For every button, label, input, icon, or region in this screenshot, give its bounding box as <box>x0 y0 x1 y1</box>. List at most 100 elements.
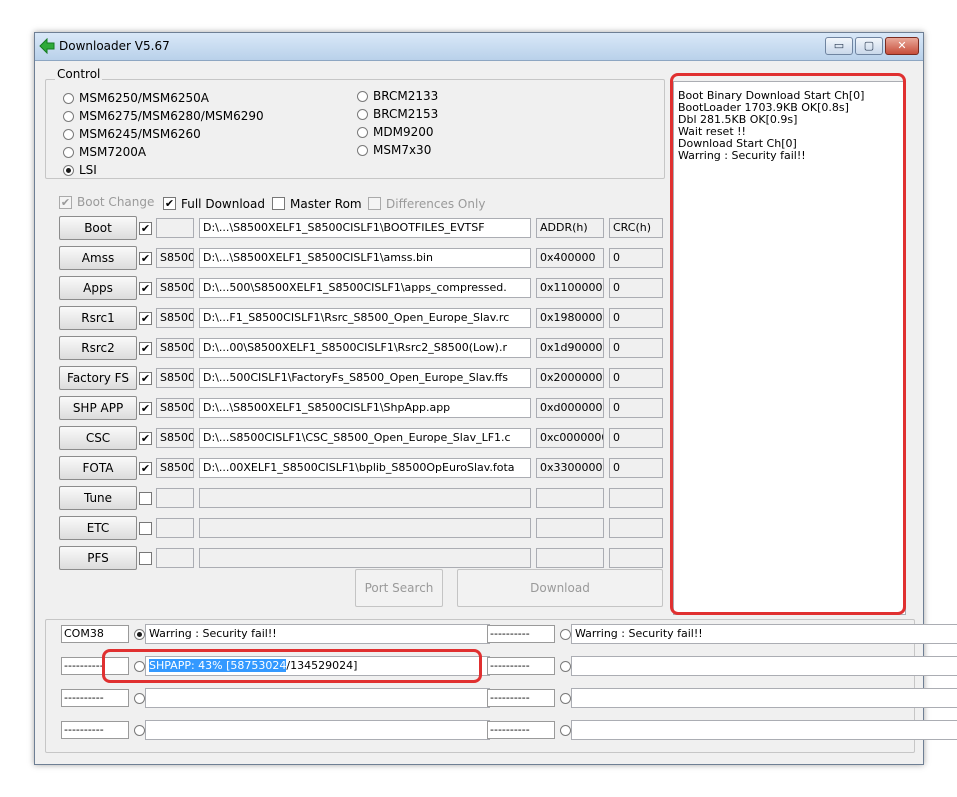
file-button-tune[interactable]: Tune <box>59 486 137 510</box>
master-rom-checkbox[interactable] <box>272 197 285 210</box>
chip-label: MSM7x30 <box>373 143 432 157</box>
chip-label: BRCM2153 <box>373 107 439 121</box>
window-title: Downloader V5.67 <box>59 39 170 53</box>
file-button-csc[interactable]: CSC <box>59 426 137 450</box>
file-checkbox[interactable]: ✔ <box>139 282 152 295</box>
file-addr-field <box>536 488 604 508</box>
file-button-rsrc2[interactable]: Rsrc2 <box>59 336 137 360</box>
chip-label: MSM6245/MSM6260 <box>79 127 201 141</box>
minimize-icon: ▭ <box>833 39 845 52</box>
chip-label: MDM9200 <box>373 125 434 139</box>
file-path-field[interactable] <box>199 488 531 508</box>
file-path-field[interactable]: D:\...500CISLF1\FactoryFs_S8500_Open_Eur… <box>199 368 531 388</box>
port-status-field <box>145 720 490 740</box>
file-crc-field: 0 <box>609 248 663 268</box>
chip-label: MSM7200A <box>79 145 147 159</box>
file-crc-field: 0 <box>609 278 663 298</box>
file-addr-field: 0x19800000 <box>536 308 604 328</box>
file-button-amss[interactable]: Amss <box>59 246 137 270</box>
title-bar[interactable]: Downloader V5.67 ▭ ▢ ✕ <box>35 33 923 61</box>
chip-radio[interactable] <box>357 127 368 138</box>
file-crc-field <box>609 488 663 508</box>
file-button-pfs[interactable]: PFS <box>59 546 137 570</box>
file-button-boot[interactable]: Boot <box>59 216 137 240</box>
file-addr-field: 0x3300000 <box>536 458 604 478</box>
full-download-label: Full Download <box>181 197 265 211</box>
file-button-etc[interactable]: ETC <box>59 516 137 540</box>
log-highlight-box <box>670 73 906 615</box>
file-checkbox[interactable]: ✔ <box>139 372 152 385</box>
file-checkbox[interactable]: ✔ <box>139 402 152 415</box>
chip-radio[interactable] <box>63 93 74 104</box>
port-field: ---------- <box>487 689 555 707</box>
chip-label: BRCM2133 <box>373 89 439 103</box>
port-status-field: Warring : Security fail!! <box>571 624 957 644</box>
file-path-field[interactable]: D:\...F1_S8500CISLF1\Rsrc_S8500_Open_Eur… <box>199 308 531 328</box>
file-addr-field: ADDR(h) <box>536 218 604 238</box>
port-field: COM38 <box>61 625 129 643</box>
file-checkbox[interactable] <box>139 522 152 535</box>
port-status-field <box>145 688 490 708</box>
file-crc-field: 0 <box>609 308 663 328</box>
port-radio[interactable] <box>560 661 571 672</box>
file-path-field[interactable]: D:\...500\S8500XELF1_S8500CISLF1\apps_co… <box>199 278 531 298</box>
file-model-field <box>156 218 194 238</box>
file-path-field[interactable]: D:\...\S8500XELF1_S8500CISLF1\ShpApp.app <box>199 398 531 418</box>
file-path-field[interactable] <box>199 548 531 568</box>
port-radio[interactable] <box>560 629 571 640</box>
chip-radio[interactable] <box>63 129 74 140</box>
file-model-field: S8500 <box>156 428 194 448</box>
file-crc-field: 0 <box>609 368 663 388</box>
file-checkbox[interactable]: ✔ <box>139 252 152 265</box>
port-field: ---------- <box>487 625 555 643</box>
port-radio[interactable] <box>134 725 145 736</box>
chip-radio[interactable] <box>357 109 368 120</box>
close-button[interactable]: ✕ <box>885 37 919 55</box>
file-crc-field: 0 <box>609 458 663 478</box>
port-status-field <box>571 720 957 740</box>
file-checkbox[interactable]: ✔ <box>139 312 152 325</box>
file-addr-field: 0x400000 <box>536 248 604 268</box>
file-checkbox[interactable]: ✔ <box>139 462 152 475</box>
port-radio[interactable] <box>134 693 145 704</box>
file-button-apps[interactable]: Apps <box>59 276 137 300</box>
file-path-field[interactable]: D:\...00\S8500XELF1_S8500CISLF1\Rsrc2_S8… <box>199 338 531 358</box>
chip-radio[interactable] <box>63 147 74 158</box>
port-radio[interactable] <box>560 725 571 736</box>
boot-change-checkbox[interactable]: ✔ <box>59 196 72 209</box>
file-crc-field: 0 <box>609 338 663 358</box>
file-checkbox[interactable]: ✔ <box>139 432 152 445</box>
file-checkbox[interactable] <box>139 492 152 505</box>
chip-radio[interactable] <box>357 145 368 156</box>
file-path-field[interactable] <box>199 518 531 538</box>
file-checkbox[interactable]: ✔ <box>139 222 152 235</box>
download-button[interactable]: Download <box>457 569 663 607</box>
file-path-field[interactable]: D:\...\S8500XELF1_S8500CISLF1\amss.bin <box>199 248 531 268</box>
differences-only-checkbox[interactable] <box>368 197 381 210</box>
port-radio[interactable] <box>560 693 571 704</box>
file-button-rsrc1[interactable]: Rsrc1 <box>59 306 137 330</box>
progress-highlight-box <box>102 649 482 683</box>
file-button-factory-fs[interactable]: Factory FS <box>59 366 137 390</box>
file-checkbox[interactable]: ✔ <box>139 342 152 355</box>
file-checkbox[interactable] <box>139 552 152 565</box>
chip-radio[interactable] <box>63 111 74 122</box>
file-model-field: S8500 <box>156 458 194 478</box>
chip-radio[interactable] <box>63 165 74 176</box>
port-search-button[interactable]: Port Search <box>355 569 443 607</box>
port-radio[interactable] <box>134 629 145 640</box>
file-button-shp-app[interactable]: SHP APP <box>59 396 137 420</box>
maximize-button[interactable]: ▢ <box>855 37 883 55</box>
file-crc-field <box>609 518 663 538</box>
full-download-checkbox[interactable]: ✔ <box>163 197 176 210</box>
arrow-left-icon <box>39 38 55 54</box>
minimize-button[interactable]: ▭ <box>825 37 853 55</box>
file-addr-field <box>536 518 604 538</box>
file-path-field[interactable]: D:\...\S8500XELF1_S8500CISLF1\BOOTFILES_… <box>199 218 531 238</box>
file-button-fota[interactable]: FOTA <box>59 456 137 480</box>
port-status-field <box>571 656 957 676</box>
file-path-field[interactable]: D:\...S8500CISLF1\CSC_S8500_Open_Europe_… <box>199 428 531 448</box>
chip-radio[interactable] <box>357 91 368 102</box>
file-path-field[interactable]: D:\...00XELF1_S8500CISLF1\bplib_S8500OpE… <box>199 458 531 478</box>
master-rom-label: Master Rom <box>290 197 362 211</box>
